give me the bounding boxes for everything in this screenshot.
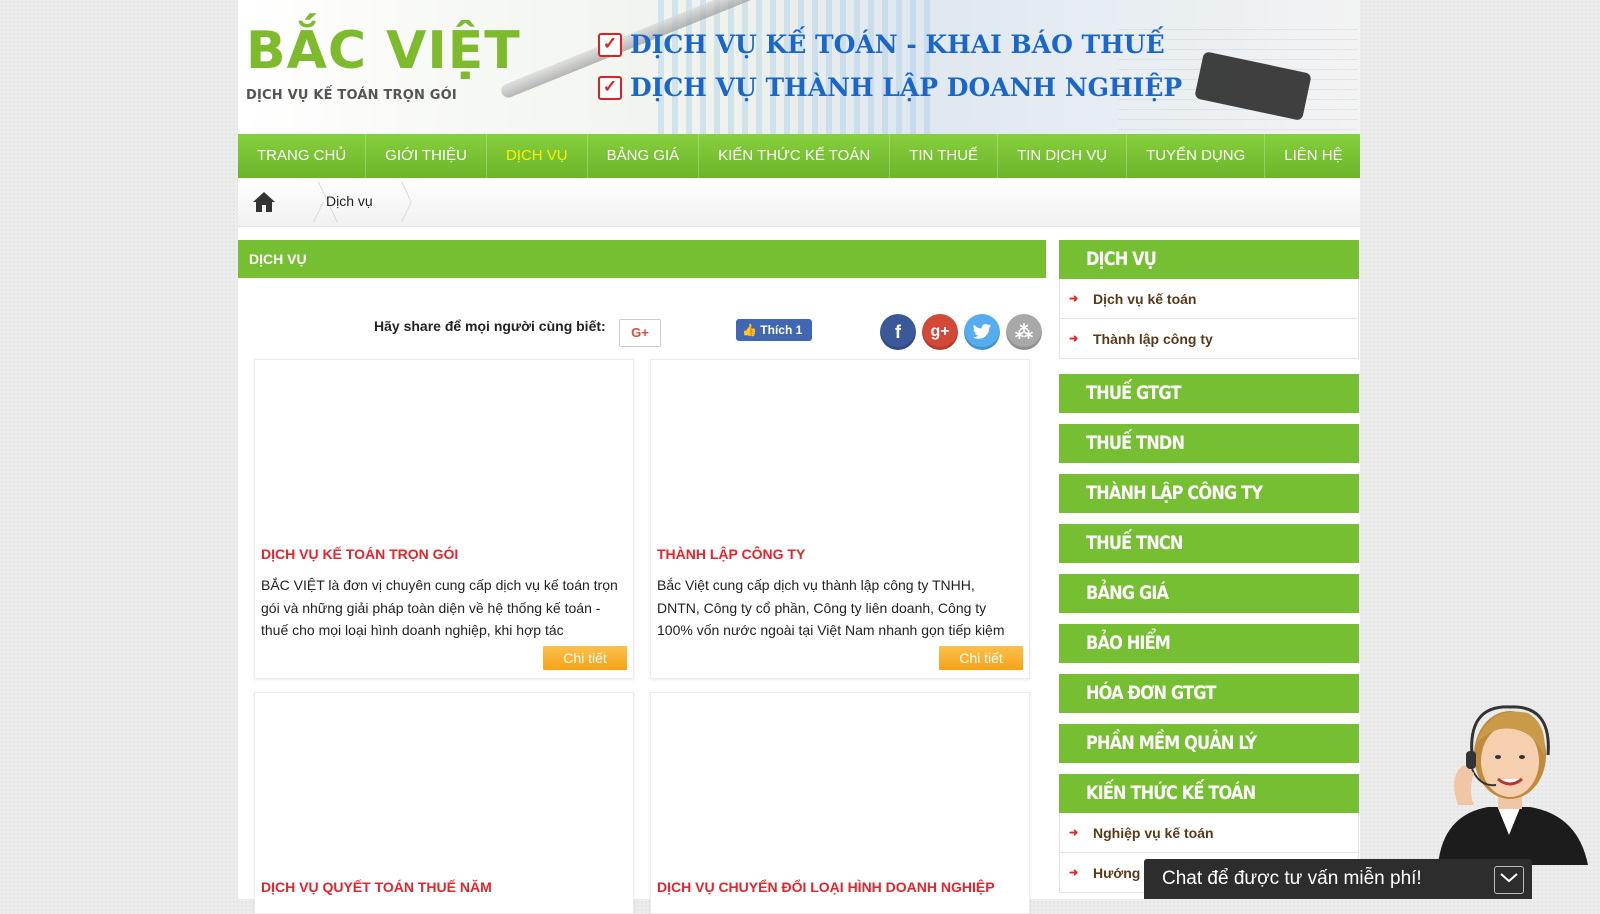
sidebar-heading-phan-mem-quan-ly[interactable]: PHẦN MỀM QUẢN LÝ: [1059, 724, 1359, 763]
sidebar-heading-hoa-don-gtgt[interactable]: HÓA ĐƠN GTGT: [1059, 674, 1359, 713]
nav-item-trang-chu[interactable]: TRANG CHỦ: [238, 134, 367, 178]
sidebar-item-label: Thành lập công ty: [1093, 331, 1213, 347]
chevron-down-icon[interactable]: [1494, 866, 1524, 894]
main-nav: TRANG CHỦ GIỚI THIỆU DỊCH VỤ BẢNG GIÁ KI…: [238, 134, 1360, 178]
arrow-right-icon: ➜: [1069, 867, 1079, 879]
share-icon[interactable]: ⁂: [1006, 314, 1042, 350]
logo-subtitle: DỊCH VỤ KẾ TOÁN TRỌN GÓI: [246, 88, 457, 103]
logo-title[interactable]: BẮC VIỆT: [246, 25, 521, 77]
card-title[interactable]: THÀNH LẬP CÔNG TY: [657, 546, 805, 562]
sidebar-item-thanh-lap-cong-ty[interactable]: ➜ Thành lập công ty: [1059, 319, 1359, 359]
arrow-right-icon: ➜: [1069, 293, 1079, 305]
page: BẮC VIỆT DỊCH VỤ KẾ TOÁN TRỌN GÓI ✓ DỊCH…: [238, 0, 1360, 914]
service-card: THÀNH LẬP CÔNG TY Bắc Việt cung cấp dịch…: [650, 359, 1030, 679]
breadcrumb-divider: [381, 182, 412, 202]
nav-item-tin-thue[interactable]: TIN THUẾ: [890, 134, 999, 178]
detail-button[interactable]: Chi tiết: [543, 646, 627, 670]
like-count: 1: [795, 323, 803, 337]
nav-item-lien-he[interactable]: LIÊN HỆ: [1265, 134, 1361, 178]
check-icon: ✓: [598, 32, 622, 57]
card-description: BẮC VIỆT là đơn vị chuyên cung cấp dịch …: [261, 577, 618, 638]
twitter-icon[interactable]: [964, 314, 1000, 350]
service-card: DỊCH VỤ CHUYỂN ĐỔI LOẠI HÌNH DOANH NGHIỆ…: [650, 692, 1030, 914]
nav-item-kien-thuc-ke-toan[interactable]: KIẾN THỨC KẾ TOÁN: [699, 134, 891, 178]
card-title[interactable]: DỊCH VỤ CHUYỂN ĐỔI LOẠI HÌNH DOANH NGHIỆ…: [657, 879, 995, 895]
sidebar-heading-bao-hiem[interactable]: BẢO HIỂM: [1059, 624, 1359, 663]
section-heading: DỊCH VỤ: [238, 240, 1046, 278]
service-card: DỊCH VỤ QUYẾT TOÁN THUẾ NĂM: [254, 692, 634, 914]
detail-button[interactable]: Chi tiết: [939, 646, 1023, 670]
sidebar-item-label: Hướng: [1093, 865, 1141, 881]
nav-item-dich-vu[interactable]: DỊCH VỤ: [487, 134, 588, 178]
banner-line-2-text: DỊCH VỤ THÀNH LẬP DOANH NGHIỆP: [630, 73, 1183, 102]
banner-line-1-text: DỊCH VỤ KẾ TOÁN - KHAI BÁO THUẾ: [630, 30, 1165, 59]
arrow-right-icon: ➜: [1069, 333, 1079, 345]
sidebar-heading-thanh-lap-cong-ty[interactable]: THÀNH LẬP CÔNG TY: [1059, 474, 1359, 513]
sidebar-heading-thue-gtgt[interactable]: THUẾ GTGT: [1059, 374, 1359, 413]
nav-item-bang-gia[interactable]: BẢNG GIÁ: [588, 134, 700, 178]
sidebar-item-label: Nghiệp vụ kế toán: [1093, 825, 1214, 841]
card-image[interactable]: [651, 693, 1029, 868]
card-image[interactable]: [651, 360, 1029, 535]
chat-bar[interactable]: Chat để được tư vấn miễn phí!: [1144, 859, 1532, 899]
card-description: Bắc Việt cung cấp dịch vụ thành lập công…: [657, 577, 1005, 638]
sidebar-heading-thue-tncn[interactable]: THUẾ TNCN: [1059, 524, 1359, 563]
card-image[interactable]: [255, 360, 633, 535]
check-icon: ✓: [598, 75, 622, 100]
service-card: DỊCH VỤ KẾ TOÁN TRỌN GÓI BẮC VIỆT là đơn…: [254, 359, 634, 679]
like-label: Thích: [760, 323, 793, 337]
chat-label: Chat để được tư vấn miễn phí!: [1162, 868, 1422, 889]
nav-item-tuyen-dung[interactable]: TUYỂN DỤNG: [1127, 134, 1266, 178]
breadcrumb-divider: [381, 202, 412, 222]
sidebar-item-label: Dịch vụ kế toán: [1093, 291, 1197, 307]
sidebar-heading-bang-gia[interactable]: BẢNG GIÁ: [1059, 574, 1359, 613]
breadcrumb: Dịch vụ: [238, 178, 1360, 227]
banner-line-1: ✓ DỊCH VỤ KẾ TOÁN - KHAI BÁO THUẾ: [598, 30, 1165, 59]
nav-item-tin-dich-vu[interactable]: TIN DỊCH VỤ: [998, 134, 1128, 178]
google-plus-icon[interactable]: g+: [922, 314, 958, 350]
breadcrumb-current[interactable]: Dịch vụ: [326, 193, 373, 209]
card-image[interactable]: [255, 693, 633, 868]
google-plus-share-button[interactable]: G+: [619, 319, 661, 347]
sidebar-item-dich-vu-ke-toan[interactable]: ➜ Dịch vụ kế toán: [1059, 279, 1359, 319]
facebook-like-button[interactable]: 👍 Thích 1: [736, 319, 812, 341]
home-icon[interactable]: [252, 191, 276, 213]
header-banner: BẮC VIỆT DỊCH VỤ KẾ TOÁN TRỌN GÓI ✓ DỊCH…: [238, 0, 1360, 134]
sidebar-heading-thue-tndn[interactable]: THUẾ TNDN: [1059, 424, 1359, 463]
share-prompt: Hãy share để mọi người cùng biết:: [374, 318, 606, 334]
nav-item-gioi-thieu[interactable]: GIỚI THIỆU: [366, 134, 487, 178]
sidebar-item-nghiep-vu-ke-toan[interactable]: ➜ Nghiệp vụ kế toán: [1059, 813, 1359, 853]
sidebar-heading-kien-thuc-ke-toan[interactable]: KIẾN THỨC KẾ TOÁN: [1059, 774, 1359, 813]
facebook-icon[interactable]: f: [880, 314, 916, 350]
banner-line-2: ✓ DỊCH VỤ THÀNH LẬP DOANH NGHIỆP: [598, 73, 1182, 102]
support-agent-image[interactable]: [1418, 695, 1600, 865]
sidebar-heading-dich-vu[interactable]: DỊCH VỤ: [1059, 240, 1359, 279]
card-title[interactable]: DỊCH VỤ QUYẾT TOÁN THUẾ NĂM: [261, 879, 492, 895]
card-title[interactable]: DỊCH VỤ KẾ TOÁN TRỌN GÓI: [261, 546, 458, 562]
thumbs-up-icon: 👍: [742, 323, 757, 337]
arrow-right-icon: ➜: [1069, 827, 1079, 839]
